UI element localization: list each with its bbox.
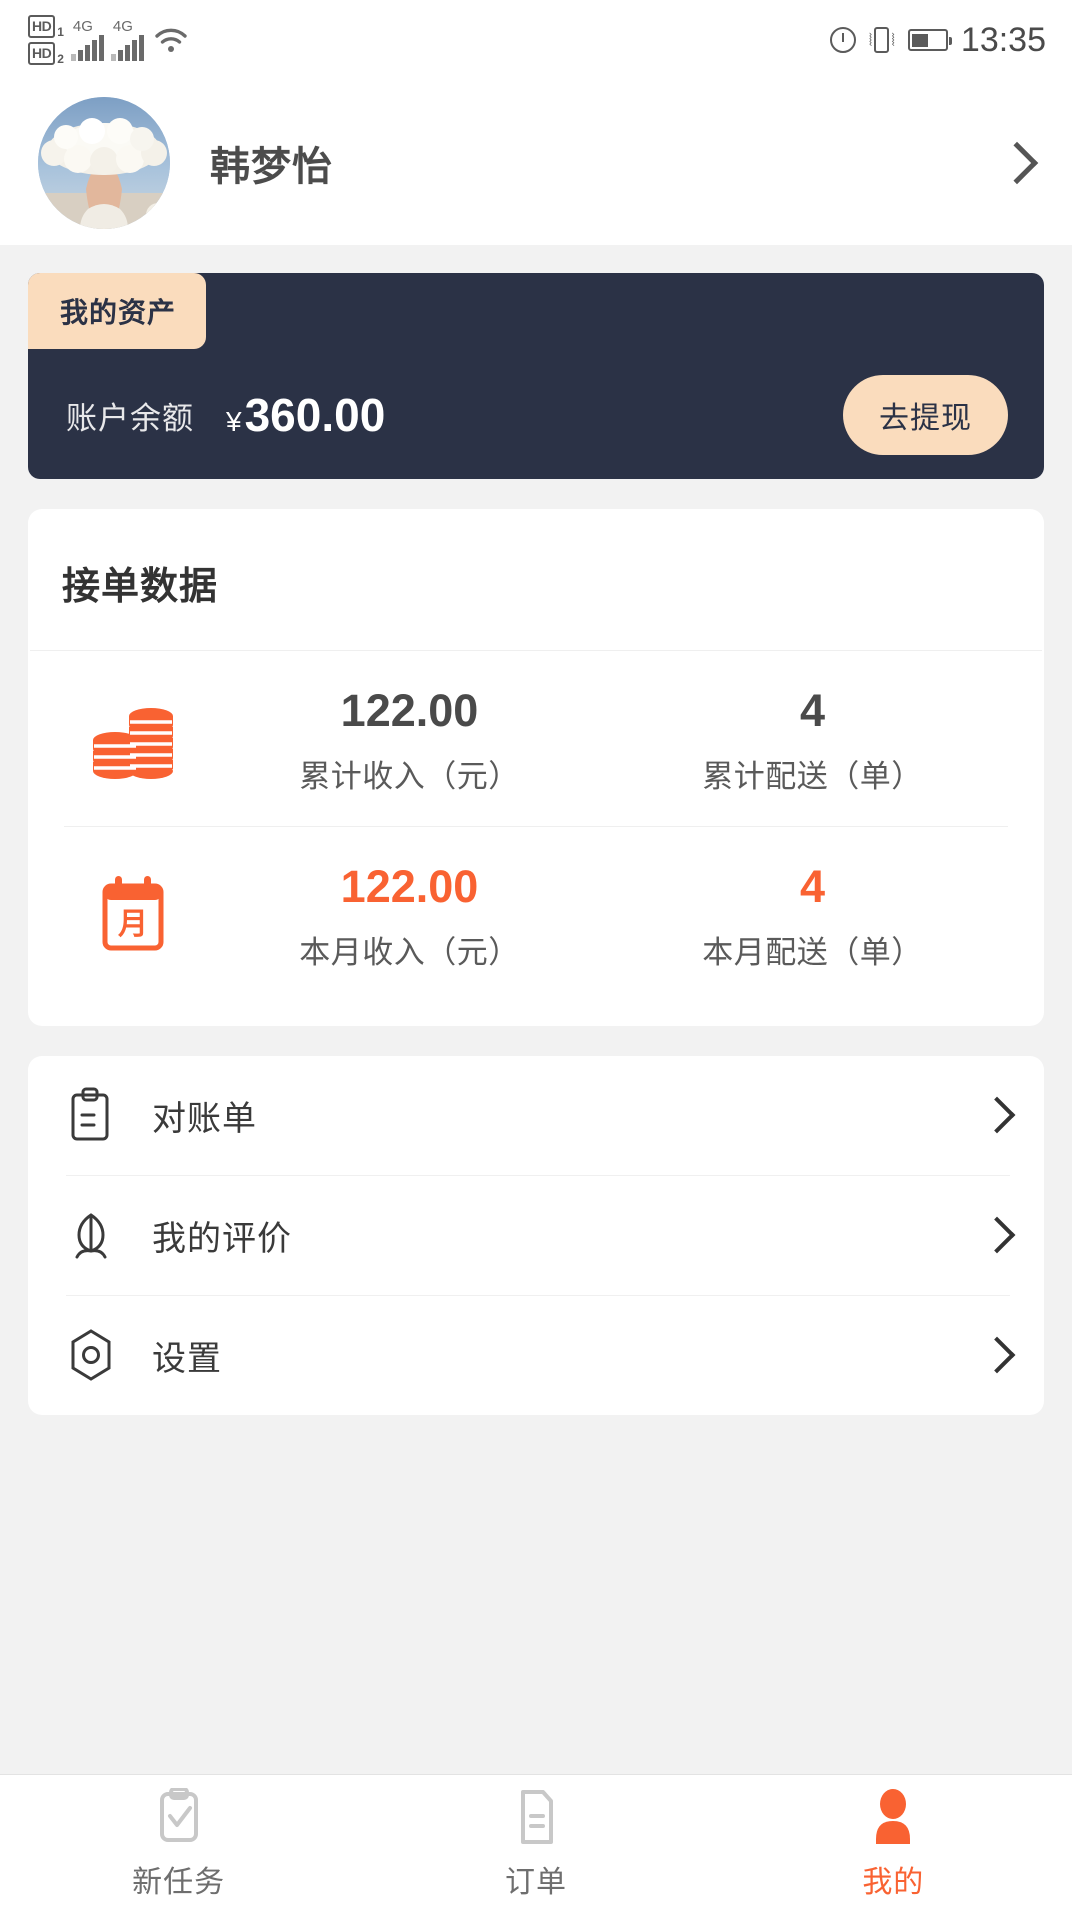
avatar[interactable]: [38, 96, 170, 229]
stat-value: 4: [799, 685, 826, 736]
menu-card: 对账单 我的评价 设置: [28, 1055, 1044, 1415]
balance-value: 360.00: [244, 389, 386, 441]
menu-item-my-reviews[interactable]: 我的评价: [28, 1176, 1044, 1295]
signal-indicator-1: 4G: [70, 18, 104, 61]
tab-label: 我的: [862, 1865, 925, 1899]
wifi-icon: [154, 26, 188, 54]
stat-value: 122.00: [340, 685, 479, 736]
clipboard-icon: [66, 1087, 128, 1143]
stat-caption: 本月收入（元）: [299, 934, 520, 970]
tab-mine[interactable]: 我的: [715, 1787, 1072, 1901]
svg-text:月: 月: [118, 908, 148, 941]
vibrate-icon: ⦚ ⦚: [869, 27, 895, 53]
sim-indicators: HD 1 HD 2: [28, 15, 64, 65]
signal-indicator-2: 4G: [110, 18, 144, 61]
signal-bars-2: [110, 35, 144, 61]
bottom-tab-bar: 新任务 订单 我的: [0, 1774, 1072, 1912]
menu-item-statement[interactable]: 对账单: [28, 1056, 1044, 1175]
signal-bars-1: [70, 35, 104, 61]
coin-stack-icon: [58, 696, 208, 784]
chevron-right-icon[interactable]: [978, 1096, 1016, 1134]
stat-cell-month-deliveries: 4 本月配送（单）: [611, 861, 1014, 972]
currency-symbol: ¥: [226, 406, 242, 437]
stat-caption: 累计收入（元）: [299, 758, 520, 794]
network-type-2: 4G: [112, 18, 133, 35]
alarm-clock-icon: [829, 27, 856, 53]
tab-orders[interactable]: 订单: [357, 1787, 714, 1901]
withdraw-button[interactable]: 去提现: [843, 375, 1008, 455]
asset-card: 我的资产 账户余额 ¥360.00 去提现: [28, 273, 1044, 479]
status-bar-left: HD 1 HD 2 4G 4G: [28, 15, 188, 65]
status-bar-right: ⦚ ⦚ 13:35: [829, 20, 1046, 60]
settings-hex-icon: [66, 1327, 128, 1383]
menu-item-label: 设置: [152, 1339, 222, 1378]
tab-label: 新任务: [132, 1865, 226, 1899]
stat-value: 4: [799, 860, 826, 912]
stat-cell-total-deliveries: 4 累计配送（单）: [611, 685, 1014, 796]
stat-caption: 累计配送（单）: [702, 758, 923, 794]
task-checklist-icon: [152, 1787, 206, 1847]
tab-new-tasks[interactable]: 新任务: [0, 1787, 357, 1901]
chevron-right-icon[interactable]: [978, 1336, 1016, 1374]
status-bar-time: 13:35: [960, 20, 1046, 59]
stat-cell-total-income: 122.00 累计收入（元）: [208, 685, 611, 796]
sim-number-1: 1: [57, 25, 64, 39]
status-bar: HD 1 HD 2 4G 4G ⦚ ⦚ 13:35: [0, 0, 1072, 80]
balance-amount: ¥360.00: [226, 388, 385, 442]
sim-number-2: 2: [57, 52, 64, 66]
stat-value: 122.00: [340, 860, 479, 912]
asset-balance-row: 账户余额 ¥360.00 去提现: [28, 351, 1044, 479]
stats-title: 接单数据: [62, 566, 219, 608]
stats-card: 接单数据 122.00 累计收入（元） 4 累计配送（单） 月 122.00 本…: [28, 509, 1044, 1026]
hd-label-1: HD: [28, 15, 56, 38]
sim2-hd-indicator: HD 2: [28, 42, 64, 65]
order-document-icon: [509, 1787, 563, 1847]
page-body: 我的资产 账户余额 ¥360.00 去提现 接单数据 122.00 累计收入（元…: [0, 273, 1072, 1443]
profile-header[interactable]: 韩梦怡: [0, 80, 1072, 245]
balance-label: 账户余额: [66, 400, 194, 436]
sim1-hd-indicator: HD 1: [28, 15, 64, 38]
stats-row-cumulative: 122.00 累计收入（元） 4 累计配送（单）: [28, 651, 1044, 826]
menu-item-settings[interactable]: 设置: [28, 1296, 1044, 1415]
stats-row-month: 月 122.00 本月收入（元） 4 本月配送（单）: [28, 827, 1044, 1002]
network-type-1: 4G: [72, 18, 93, 35]
stat-cell-month-income: 122.00 本月收入（元）: [208, 861, 611, 972]
stats-cells-month: 122.00 本月收入（元） 4 本月配送（单）: [208, 861, 1014, 972]
hd-label-2: HD: [28, 42, 56, 65]
profile-name: 韩梦怡: [210, 144, 333, 189]
bottom-spacer: [28, 1415, 1044, 1443]
flower-icon: [66, 1207, 128, 1263]
stats-cells-cumulative: 122.00 累计收入（元） 4 累计配送（单）: [208, 685, 1014, 796]
chevron-right-icon[interactable]: [995, 141, 1039, 184]
menu-item-label: 对账单: [152, 1099, 257, 1138]
calendar-month-icon: 月: [58, 872, 208, 960]
battery-half-icon: [907, 29, 952, 51]
stat-caption: 本月配送（单）: [702, 934, 923, 970]
menu-item-label: 我的评价: [152, 1219, 292, 1258]
asset-card-tab-label: 我的资产: [28, 273, 207, 349]
person-icon: [866, 1787, 920, 1847]
chevron-right-icon[interactable]: [978, 1216, 1016, 1254]
tab-label: 订单: [504, 1865, 567, 1899]
